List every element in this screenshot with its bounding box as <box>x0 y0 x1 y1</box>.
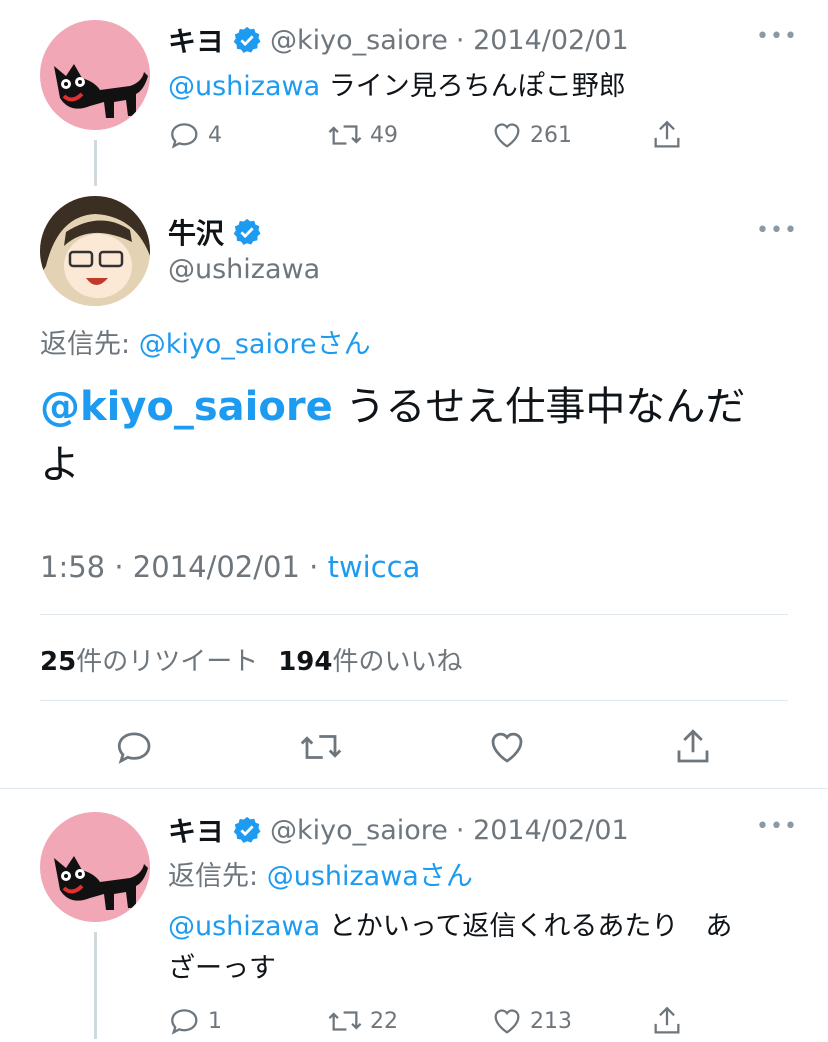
retweet-icon <box>300 735 342 759</box>
author-handle[interactable]: @kiyo_saiore <box>270 25 448 56</box>
retweet-stats-label: 件のリツイート <box>76 647 259 677</box>
reply-to-label: 返信先: <box>168 861 259 892</box>
tweet-timestamp[interactable]: 1:58 · 2014/02/01 · <box>40 550 328 584</box>
heart-icon <box>491 732 523 763</box>
tweet-text: うるせえ仕事中なんだ <box>332 384 746 430</box>
tweet-text: とかいって返信くれるあたり あ <box>320 911 733 942</box>
verified-badge-icon <box>233 816 261 843</box>
like-button[interactable]: 213 <box>490 1004 572 1038</box>
retweet-button[interactable]: 49 <box>326 118 398 152</box>
like-total: 194 <box>278 647 333 677</box>
reply-icon <box>117 732 151 764</box>
like-count: 261 <box>530 122 572 148</box>
reply-count: 1 <box>208 1008 222 1034</box>
reply-to-link[interactable]: @ushizawaさん <box>267 861 473 892</box>
like-button[interactable]: 261 <box>490 118 572 152</box>
mention-link[interactable]: @ushizawa <box>168 71 320 102</box>
share-button[interactable] <box>672 726 714 772</box>
like-count: 213 <box>530 1008 572 1034</box>
tweet-text-continued: ざーっす <box>168 953 276 984</box>
mention-link[interactable]: @ushizawa <box>168 911 320 942</box>
like-button[interactable] <box>486 726 528 772</box>
black-cat-icon <box>54 856 148 910</box>
source-link[interactable]: twicca <box>328 550 421 584</box>
author-handle[interactable]: @ushizawa <box>168 254 320 285</box>
reply-button[interactable]: 1 <box>168 1004 222 1038</box>
reply-icon <box>171 1009 198 1035</box>
share-button[interactable] <box>650 118 684 156</box>
more-options-icon[interactable]: ••• <box>756 814 798 839</box>
verified-badge-icon <box>233 218 261 245</box>
retweet-total: 25 <box>40 647 77 677</box>
retweet-count: 22 <box>370 1008 398 1034</box>
tweet-text: ライン見ろちんぽこ野郎 <box>320 71 626 102</box>
avatar-kiyo[interactable] <box>40 812 150 922</box>
mention-link[interactable]: @kiyo_saiore <box>40 384 333 430</box>
author-name[interactable]: キヨ <box>168 20 224 60</box>
avatar-kiyo[interactable] <box>40 20 150 130</box>
tweet-date[interactable]: · 2014/02/01 <box>456 815 629 846</box>
reply-icon <box>171 123 198 149</box>
more-options-icon[interactable]: ••• <box>756 218 798 243</box>
share-icon <box>654 1006 680 1034</box>
retweet-icon <box>328 125 362 145</box>
reply-count: 4 <box>208 122 222 148</box>
retweet-stats[interactable]: 25件のリツイート <box>40 641 258 678</box>
reply-to-link[interactable]: @kiyo_saioreさん <box>139 329 371 360</box>
anime-face-icon <box>40 196 150 306</box>
share-button[interactable] <box>650 1004 684 1042</box>
retweet-button[interactable] <box>298 726 344 772</box>
verified-badge-icon <box>233 26 261 53</box>
tweet-text-continued: よ <box>40 442 80 488</box>
heart-icon <box>494 123 520 148</box>
reply-button[interactable] <box>114 726 156 772</box>
author-name[interactable]: キヨ <box>168 810 224 850</box>
like-stats-label: 件のいいね <box>332 647 463 677</box>
retweet-button[interactable]: 22 <box>326 1004 398 1038</box>
black-cat-icon <box>54 64 148 118</box>
author-handle[interactable]: @kiyo_saiore <box>270 815 448 846</box>
retweet-count: 49 <box>370 122 398 148</box>
like-stats[interactable]: 194件のいいね <box>278 641 462 678</box>
share-icon <box>677 729 709 763</box>
reply-to-label: 返信先: <box>40 329 131 360</box>
author-name[interactable]: 牛沢 <box>168 212 224 252</box>
reply-button[interactable]: 4 <box>168 118 222 152</box>
share-icon <box>654 120 680 148</box>
retweet-icon <box>328 1011 362 1031</box>
avatar-ushizawa[interactable] <box>40 196 150 306</box>
heart-icon <box>494 1009 520 1034</box>
more-options-icon[interactable]: ••• <box>756 24 798 49</box>
tweet-date[interactable]: · 2014/02/01 <box>456 25 629 56</box>
